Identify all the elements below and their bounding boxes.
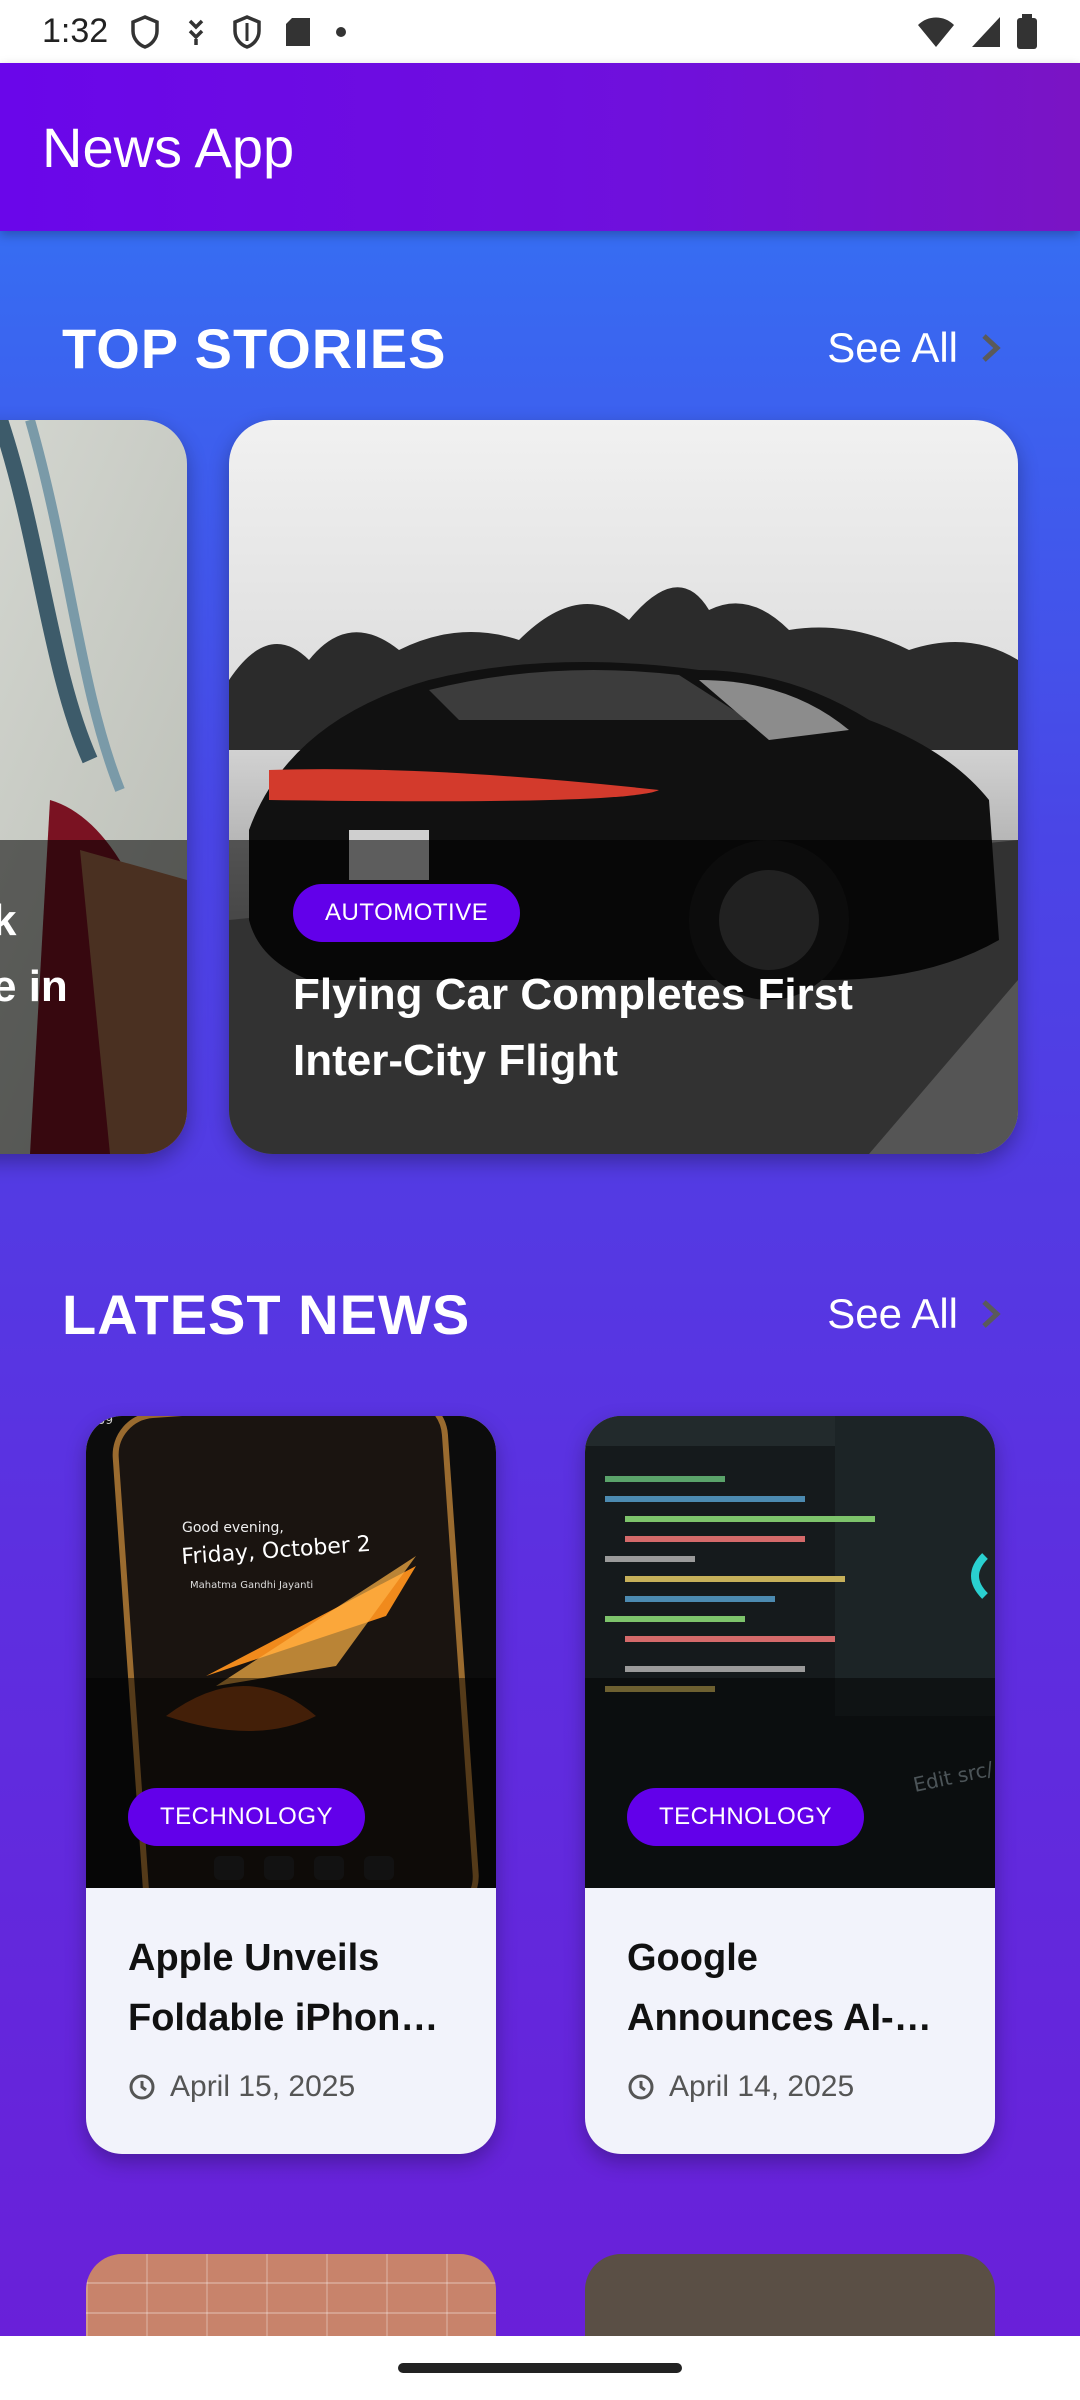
app-title: News App: [42, 115, 295, 179]
clock-icon: [129, 2074, 155, 2100]
news-card[interactable]: Edit src/ TECHNOLOGY Google Announces AI…: [585, 1416, 995, 2154]
top-stories-header: TOP STORIES See All: [62, 308, 1002, 388]
status-bar: 1:32: [0, 0, 1080, 63]
news-date-text: April 14, 2025: [669, 2070, 855, 2103]
category-chip[interactable]: TECHNOLOGY: [128, 1788, 366, 1846]
news-title: Apple Unveils Foldable iPhon…: [128, 1928, 454, 2048]
story-headline-line: e in: [0, 962, 68, 1011]
clock-icon: [628, 2074, 654, 2100]
news-body: Apple Unveils Foldable iPhon… April 15, …: [86, 1888, 496, 2154]
news-date: April 15, 2025: [128, 2070, 454, 2104]
see-all-label: See All: [827, 324, 958, 371]
gesture-navigation-area: [0, 2336, 1080, 2400]
wifi-icon: [918, 17, 954, 47]
screen: 1:32 News App TOP STORIES See All k e in…: [0, 0, 1080, 2400]
news-image-overlay: [585, 1678, 995, 1888]
story-headline-line: Flying Car Completes First: [293, 970, 853, 1019]
story-card-partial[interactable]: k e in: [0, 420, 187, 1154]
status-left: 1:32: [42, 12, 348, 51]
news-card[interactable]: 5:59 Good evening, Friday, October 2 Mah…: [86, 1416, 496, 2154]
image-text: Good evening,: [182, 1520, 284, 1536]
latest-news-header: LATEST NEWS See All: [62, 1274, 1002, 1354]
sd-card-icon: [286, 17, 311, 46]
category-chip[interactable]: AUTOMOTIVE: [293, 884, 521, 942]
image-text: Mahatma Gandhi Jayanti: [190, 1580, 313, 1591]
latest-news-title: LATEST NEWS: [62, 1282, 471, 1346]
story-headline-line: Inter-City Flight: [293, 1036, 619, 1085]
news-date: April 14, 2025: [627, 2070, 953, 2104]
dot-icon: [336, 26, 347, 37]
chevron-right-icon: [982, 1300, 1001, 1328]
news-body: Google Announces AI-… April 14, 2025: [585, 1888, 995, 2154]
category-chip[interactable]: TECHNOLOGY: [627, 1788, 865, 1846]
data-saver-icon: [188, 19, 204, 45]
news-title-line: Announces AI-…: [627, 1997, 932, 2039]
top-stories-see-all-button[interactable]: See All: [827, 324, 1002, 372]
news-title-line: Apple Unveils: [128, 1937, 380, 1979]
news-image: Edit src/ TECHNOLOGY: [585, 1416, 995, 1888]
story-headline-line: k: [0, 896, 17, 945]
app-bar: News App: [0, 63, 1080, 231]
news-title-line: Google: [627, 1937, 758, 1979]
signal-icon: [972, 16, 1000, 47]
story-card-featured[interactable]: AUTOMOTIVE Flying Car Completes First In…: [229, 420, 1018, 1154]
news-image: 5:59 Good evening, Friday, October 2 Mah…: [86, 1416, 496, 1888]
news-date-text: April 15, 2025: [170, 2070, 356, 2103]
battery-icon: [1017, 13, 1037, 49]
top-stories-title: TOP STORIES: [62, 316, 447, 380]
status-time: 1:32: [42, 12, 109, 50]
news-title-line: Foldable iPhon…: [128, 1997, 439, 2039]
story-headline: Flying Car Completes First Inter-City Fl…: [293, 962, 958, 1094]
chevron-right-icon: [982, 334, 1001, 362]
story-headline-partial: k e in: [0, 888, 68, 1020]
news-title: Google Announces AI-…: [627, 1928, 953, 2048]
see-all-label: See All: [827, 1290, 958, 1337]
shield-icon: [131, 14, 159, 49]
image-text: 5:59: [86, 1416, 113, 1427]
news-image-overlay: [86, 1678, 496, 1888]
latest-news-see-all-button[interactable]: See All: [827, 1290, 1002, 1338]
status-right: [916, 13, 1038, 50]
shield-icon: [233, 14, 261, 49]
home-gesture-bar[interactable]: [398, 2363, 682, 2373]
